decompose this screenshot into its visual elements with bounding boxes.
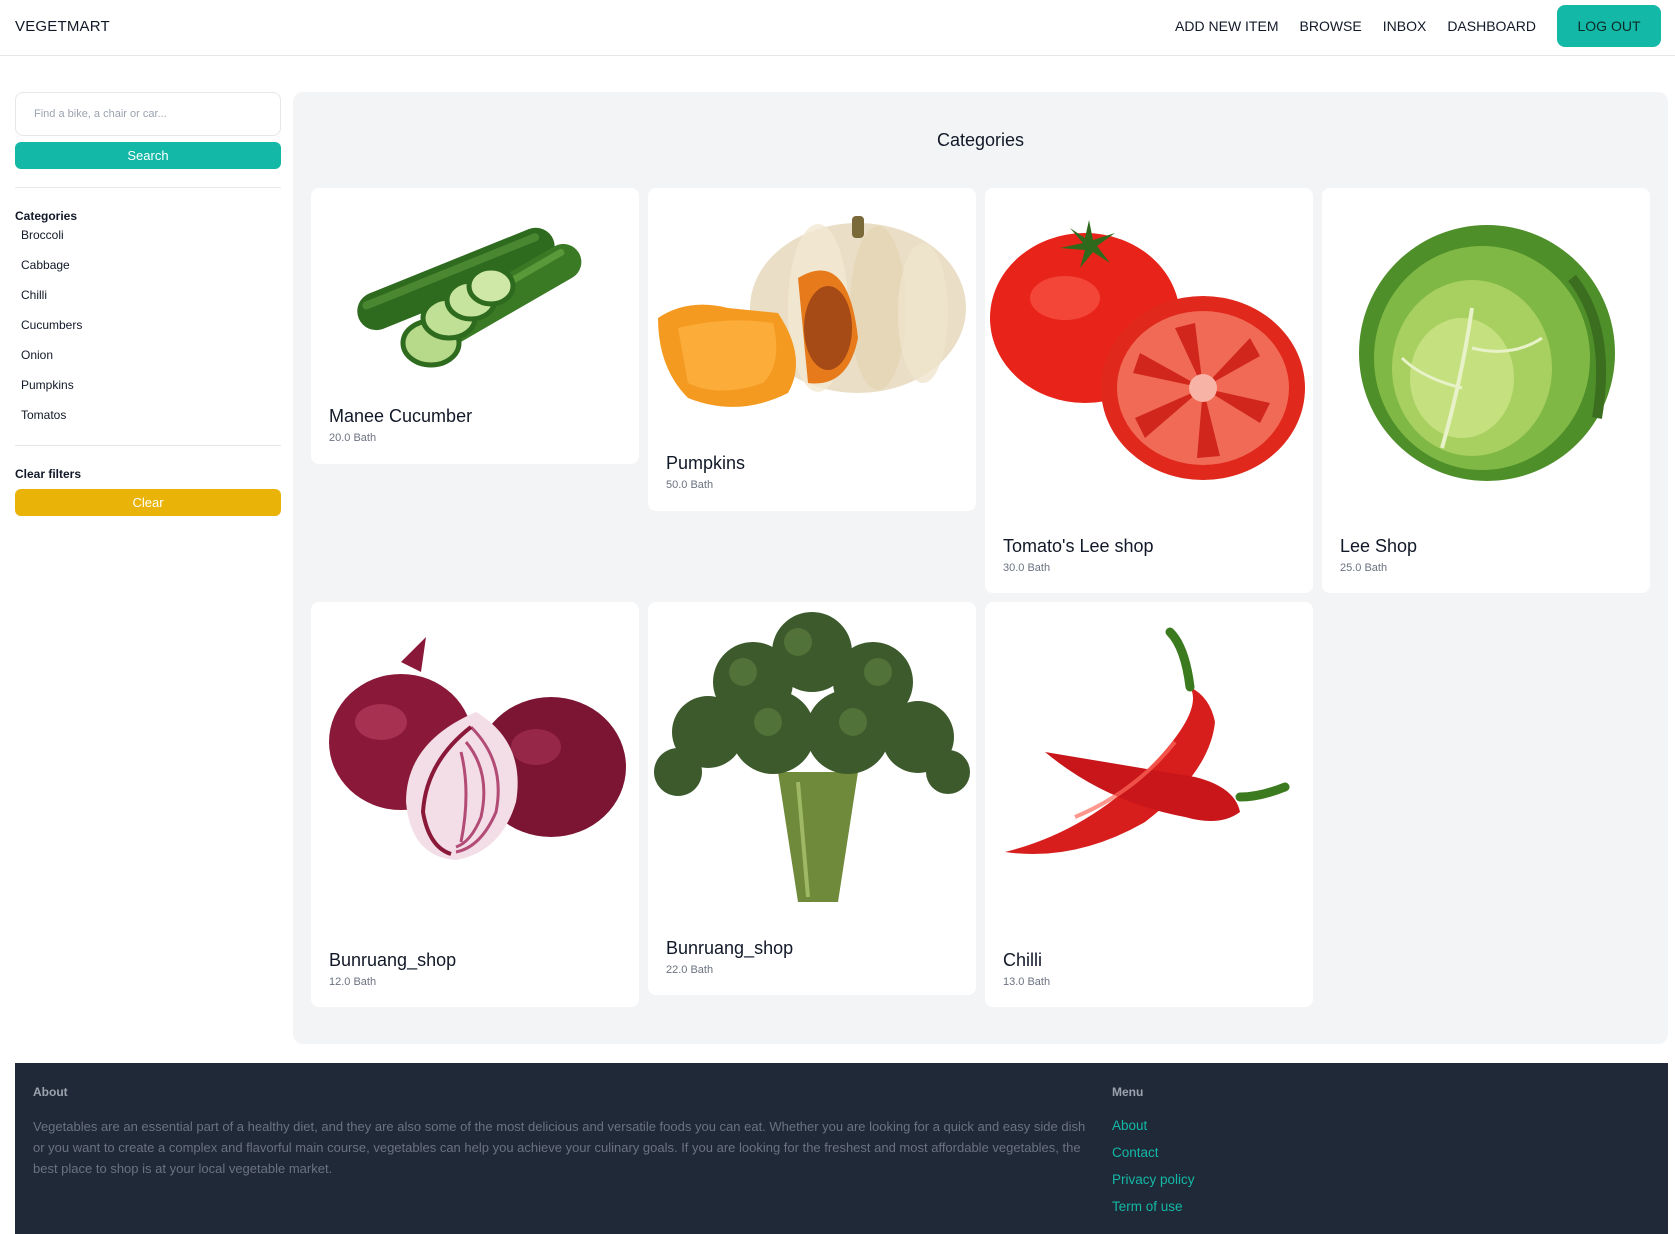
- panel-title: Categories: [936, 130, 1025, 150]
- footer-link-contact[interactable]: Contact: [1112, 1144, 1195, 1171]
- product-card[interactable]: Manee Cucumber 20.0 Bath: [311, 188, 639, 464]
- brand-logo[interactable]: VEGETMART: [15, 18, 110, 35]
- category-item-chilli[interactable]: Chilli: [15, 287, 281, 317]
- category-list: Broccoli Cabbage Chilli Cucumbers Onion …: [15, 227, 281, 437]
- product-price: 20.0 Bath: [329, 432, 377, 444]
- logout-button[interactable]: LOG OUT: [1557, 5, 1661, 47]
- product-card[interactable]: Bunruang_shop 22.0 Bath: [648, 602, 976, 995]
- nav-browse[interactable]: BROWSE: [1300, 18, 1362, 34]
- product-name: Bunruang_shop: [329, 950, 457, 970]
- product-price: 50.0 Bath: [666, 479, 714, 491]
- onion-image: [329, 637, 626, 860]
- product-card[interactable]: Bunruang_shop 12.0 Bath: [311, 602, 639, 1007]
- category-item-broccoli[interactable]: Broccoli: [15, 227, 281, 257]
- product-name: Pumpkins: [666, 453, 746, 473]
- product-price: 30.0 Bath: [1003, 562, 1051, 574]
- product-name: Chilli: [1003, 950, 1043, 970]
- cucumber-image: [357, 227, 582, 368]
- site-footer: About Vegetables are an essential part o…: [15, 1063, 1668, 1234]
- footer-menu-heading: Menu: [1112, 1085, 1144, 1099]
- category-item-tomatos[interactable]: Tomatos: [15, 407, 281, 437]
- product-card[interactable]: Lee Shop 25.0 Bath: [1322, 188, 1650, 593]
- product-card[interactable]: Pumpkins 50.0 Bath: [648, 188, 976, 511]
- search-input[interactable]: [15, 92, 281, 136]
- product-name: Manee Cucumber: [329, 406, 473, 426]
- product-name: Bunruang_shop: [666, 938, 794, 958]
- footer-about-text: Vegetables are an essential part of a he…: [33, 1119, 1086, 1176]
- filter-sidebar: Search Categories Broccoli Cabbage Chill…: [15, 92, 281, 516]
- category-item-pumpkins[interactable]: Pumpkins: [15, 377, 281, 407]
- product-name: Lee Shop: [1340, 536, 1418, 556]
- top-navbar: VEGETMART ADD NEW ITEM BROWSE INBOX DASH…: [0, 0, 1675, 56]
- product-price: 25.0 Bath: [1340, 562, 1388, 574]
- footer-link-about[interactable]: About: [1112, 1117, 1195, 1144]
- nav-add-new-item[interactable]: ADD NEW ITEM: [1175, 18, 1278, 34]
- product-price: 12.0 Bath: [329, 976, 377, 988]
- nav-dashboard[interactable]: DASHBOARD: [1447, 18, 1536, 34]
- category-item-cucumbers[interactable]: Cucumbers: [15, 317, 281, 347]
- chilli-image: [1005, 627, 1290, 854]
- sidebar-divider: [15, 445, 281, 446]
- tomato-image: [990, 220, 1305, 480]
- clear-filters-heading: Clear filters: [15, 467, 82, 481]
- footer-link-privacy-policy[interactable]: Privacy policy: [1112, 1171, 1195, 1198]
- product-card[interactable]: Chilli 13.0 Bath: [985, 602, 1313, 1007]
- nav-inbox[interactable]: INBOX: [1383, 18, 1427, 34]
- broccoli-image: [654, 612, 970, 902]
- footer-link-term-of-use[interactable]: Term of use: [1112, 1198, 1195, 1225]
- categories-heading: Categories: [15, 209, 78, 223]
- category-item-cabbage[interactable]: Cabbage: [15, 257, 281, 287]
- product-name: Tomato's Lee shop: [1003, 536, 1154, 556]
- cabbage-image: [1359, 225, 1615, 481]
- footer-about-heading: About: [33, 1085, 68, 1099]
- product-price: 22.0 Bath: [666, 964, 714, 976]
- search-button[interactable]: Search: [15, 142, 281, 169]
- footer-menu: About Contact Privacy policy Term of use: [1112, 1117, 1195, 1225]
- pumpkin-image: [658, 216, 966, 407]
- product-panel: Categories Manee Cucumber 20.0 Bath Pump…: [293, 92, 1668, 1044]
- clear-filters-button[interactable]: Clear: [15, 489, 281, 516]
- sidebar-divider: [15, 187, 281, 188]
- category-item-onion[interactable]: Onion: [15, 347, 281, 377]
- main-nav: ADD NEW ITEM BROWSE INBOX DASHBOARD LOG …: [1175, 5, 1661, 47]
- product-card[interactable]: Tomato's Lee shop 30.0 Bath: [985, 188, 1313, 593]
- product-price: 13.0 Bath: [1003, 976, 1051, 988]
